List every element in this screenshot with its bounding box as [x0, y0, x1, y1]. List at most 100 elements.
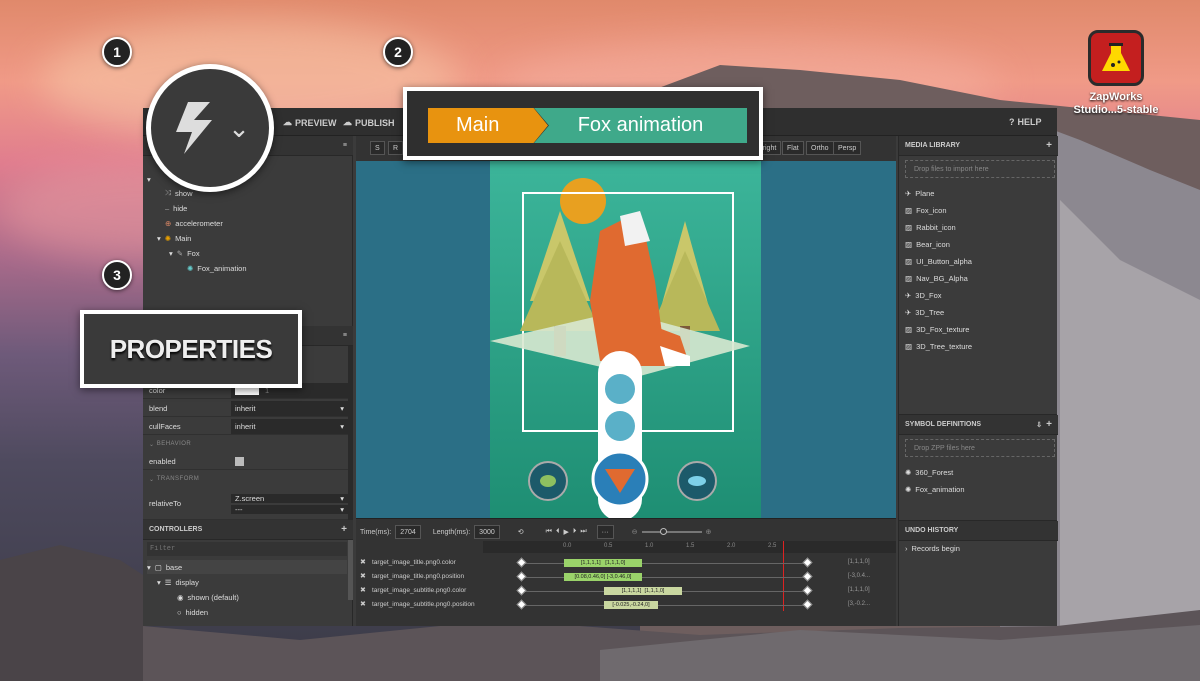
timeline-ruler[interactable]: 0.0 0.5 1.0 1.5 2.0 2.5 — [483, 541, 896, 553]
controllers-title: CONTROLLERS — [149, 526, 203, 533]
media-item-label: 3D_Tree — [915, 307, 945, 317]
media-item[interactable]: ▨ Bear_icon — [905, 237, 950, 251]
track-segment[interactable]: [1,1,1,1] [1,1,1,0] — [564, 559, 642, 567]
scene-viewport[interactable] — [356, 161, 896, 521]
track-row: ✖ target_image_subtitle.png0.color [1,1,… — [356, 584, 896, 598]
persp-button[interactable]: Persp — [833, 141, 862, 155]
undo-item[interactable]: › Records begin — [905, 541, 960, 555]
keyframe[interactable] — [516, 571, 527, 582]
help-icon: ? — [1009, 117, 1015, 127]
play-icon[interactable]: ▶ — [563, 528, 568, 536]
flat-button[interactable]: Flat — [782, 141, 804, 155]
media-drop-zone[interactable]: Drop files to import here — [905, 160, 1055, 178]
step-forward-icon[interactable]: ⏵ — [573, 528, 577, 536]
tree-item-label: Fox — [187, 248, 200, 258]
snap-button[interactable]: S — [370, 141, 385, 155]
tree-item-accelerometer[interactable]: ⊕ accelerometer — [165, 216, 223, 230]
controllers-scrollbar[interactable] — [348, 540, 353, 600]
media-item[interactable]: ▨ Fox_icon — [905, 203, 947, 217]
media-item[interactable]: ▨ 3D_Fox_texture — [905, 322, 969, 336]
symbol-item[interactable]: ✺ Fox_animation — [905, 482, 965, 496]
breadcrumb-current[interactable]: Fox animation — [534, 108, 747, 143]
zoom-slider-thumb[interactable] — [659, 528, 667, 535]
cullfaces-select[interactable]: inherit ▾ — [231, 418, 348, 434]
media-item[interactable]: ▨ Nav_BG_Alpha — [905, 271, 968, 285]
plane-icon: ✈ — [905, 307, 912, 317]
help-button[interactable]: ? HELP — [1009, 117, 1042, 127]
tree-item-main[interactable]: ▾ ✺ Main — [157, 231, 191, 245]
keyframe[interactable] — [802, 557, 813, 568]
zoom-in-icon[interactable]: ⊕ — [706, 528, 712, 536]
rotate-button[interactable]: R — [388, 141, 404, 155]
publish-button[interactable]: ☁ PUBLISH — [343, 117, 395, 128]
controller-display[interactable]: ▾ ☰ display — [157, 575, 199, 589]
skip-start-icon[interactable]: ⏮ — [546, 528, 552, 536]
symbol-item[interactable]: ✺ 360_Forest — [905, 465, 953, 479]
track-segment[interactable]: [0.08,0.46,0] [-3,0.46,0] — [564, 573, 642, 581]
controller-base[interactable]: ▾ ▢ base — [147, 560, 347, 574]
zoom-out-icon[interactable]: ⊖ — [632, 528, 638, 536]
keyframe[interactable] — [516, 557, 527, 568]
media-item[interactable]: ✈ 3D_Fox — [905, 288, 942, 302]
relativeto-select-2[interactable]: --- ▾ — [231, 504, 348, 514]
relativeto-select[interactable]: Z.screen ▾ — [231, 493, 348, 503]
tree-item-fox[interactable]: ▾ ✎ Fox — [169, 246, 200, 260]
media-item[interactable]: ✈ Plane — [905, 186, 934, 200]
add-icon[interactable]: + — [1046, 140, 1052, 151]
keyframe[interactable] — [802, 571, 813, 582]
menu-icon[interactable]: ≡ — [343, 332, 347, 339]
remove-track-icon[interactable]: ✖ — [360, 600, 366, 608]
media-item[interactable]: ✈ 3D_Tree — [905, 305, 944, 319]
enabled-checkbox[interactable] — [231, 454, 348, 469]
state-shown-default[interactable]: ◉ shown (default) — [177, 590, 239, 604]
relativeto-value: Z.screen — [235, 493, 265, 503]
media-item[interactable]: ▨ 3D_Tree_texture — [905, 339, 972, 353]
add-icon[interactable]: + — [1046, 419, 1052, 430]
symbol-item-label: Fox_animation — [915, 484, 965, 494]
symbol-drop-zone[interactable]: Drop ZPP files here — [905, 439, 1055, 457]
keyframe[interactable] — [802, 599, 813, 610]
publish-label: PUBLISH — [355, 117, 395, 128]
media-item[interactable]: ▨ Rabbit_icon — [905, 220, 956, 234]
state-label: shown (default) — [187, 592, 239, 602]
zoom-slider[interactable] — [641, 528, 702, 535]
properties-scrollbar[interactable] — [348, 346, 353, 520]
keyframe[interactable] — [516, 585, 527, 596]
add-icon[interactable]: + — [341, 524, 347, 535]
help-label: HELP — [1017, 117, 1042, 127]
remove-track-icon[interactable]: ✖ — [360, 572, 366, 580]
remove-track-icon[interactable]: ✖ — [360, 558, 366, 566]
menu-icon[interactable]: ≡ — [343, 142, 347, 149]
fox-scene-art — [490, 178, 750, 521]
zapworks-menu-magnifier[interactable]: ⌄ — [146, 64, 274, 192]
breadcrumb-main[interactable]: Main — [428, 108, 548, 143]
skip-end-icon[interactable]: ⏭ — [580, 528, 586, 536]
track-segment[interactable]: [-0.025,-0.24,0] — [604, 601, 658, 609]
app-label[interactable]: ZapWorks Studio...5-stable — [1062, 91, 1170, 117]
keyframe[interactable] — [516, 599, 527, 610]
state-hidden[interactable]: ○ hidden — [177, 605, 208, 619]
breadcrumb-current-label: Fox animation — [577, 114, 704, 136]
ortho-button[interactable]: Ortho — [806, 141, 834, 155]
length-input[interactable]: 3000 — [474, 525, 500, 539]
preview-button[interactable]: ☁ PREVIEW — [283, 117, 337, 128]
zapworks-app-icon[interactable] — [1088, 30, 1144, 86]
tree-item-fox-animation[interactable]: ✺ Fox_animation — [187, 261, 247, 275]
ellipsis-button[interactable]: ··· — [596, 525, 614, 539]
loop-icon[interactable]: ⟲ — [518, 528, 524, 536]
remove-track-icon[interactable]: ✖ — [360, 586, 366, 594]
end-value: [-3,0.4... — [848, 573, 871, 579]
track-segment[interactable]: [1,1,1,1] [1,1,1,0] — [604, 587, 682, 595]
media-item-label: Nav_BG_Alpha — [916, 273, 968, 283]
length-label: Length(ms): — [432, 528, 471, 536]
keyframe[interactable] — [802, 585, 813, 596]
controllers-filter-input[interactable] — [147, 542, 347, 556]
media-item[interactable]: ▨ UI_Button_alpha — [905, 254, 972, 268]
tree-root-toggle[interactable]: ▾ — [147, 172, 151, 186]
import-icon[interactable]: ⇩ — [1036, 421, 1042, 429]
tree-item-hide[interactable]: – hide — [165, 201, 187, 215]
time-input[interactable]: 2704 — [395, 525, 421, 539]
time-controls: Time(ms): 2704 Length(ms): 3000 ⟲ ⏮ ⏴ ▶ … — [360, 525, 711, 539]
blend-select[interactable]: inherit ▾ — [231, 400, 348, 416]
step-back-icon[interactable]: ⏴ — [556, 528, 560, 536]
